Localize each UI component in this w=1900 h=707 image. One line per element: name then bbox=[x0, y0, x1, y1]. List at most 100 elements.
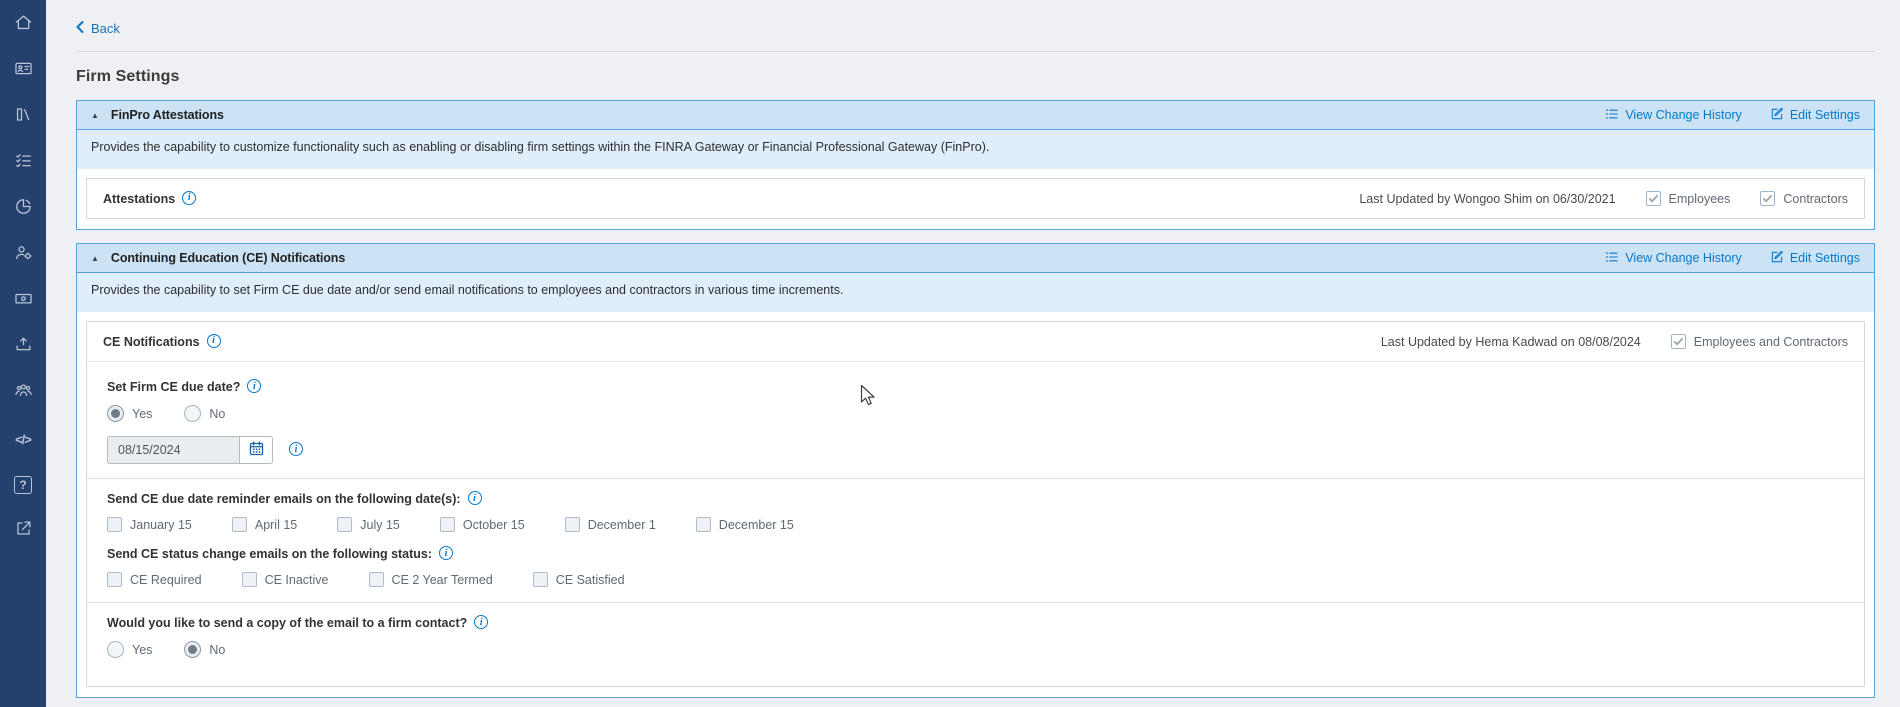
sidebar-item-library[interactable] bbox=[0, 94, 46, 140]
checkbox-icon bbox=[1646, 191, 1661, 206]
copy-email-no-radio[interactable]: No bbox=[184, 641, 225, 658]
checkbox-icon bbox=[337, 517, 352, 532]
chevron-left-icon bbox=[76, 21, 84, 36]
radio-label: No bbox=[209, 407, 225, 421]
last-updated-text: Last Updated by Wongoo Shim on 06/30/202… bbox=[1359, 192, 1615, 206]
sidebar-item-filings[interactable] bbox=[0, 324, 46, 370]
info-icon[interactable]: i bbox=[474, 615, 488, 629]
view-change-history-link[interactable]: View Change History bbox=[1605, 107, 1742, 124]
edit-settings-link[interactable]: Edit Settings bbox=[1770, 107, 1860, 124]
employees-contractors-checkbox[interactable]: Employees and Contractors bbox=[1671, 334, 1848, 349]
sidebar-item-external[interactable] bbox=[0, 508, 46, 554]
sidebar-item-payments[interactable] bbox=[0, 278, 46, 324]
section-header-finpro[interactable]: ▲ FinPro Attestations View Change Histor… bbox=[77, 101, 1874, 130]
ce-settings-form: Set Firm CE due date? i Yes No bbox=[87, 362, 1864, 686]
payments-icon bbox=[14, 289, 33, 313]
copy-email-radio-group: Yes No bbox=[107, 641, 1844, 658]
info-icon[interactable]: i bbox=[439, 546, 453, 560]
status-checkbox-group: CE Required CE Inactive CE 2 Year Termed bbox=[107, 572, 1844, 587]
ce-required-checkbox[interactable]: CE Required bbox=[107, 572, 202, 587]
due-date-field bbox=[107, 436, 273, 464]
help-icon: ? bbox=[14, 476, 32, 494]
info-icon[interactable]: i bbox=[207, 334, 221, 348]
collapse-caret-icon[interactable]: ▲ bbox=[91, 111, 99, 120]
checkbox-label: December 1 bbox=[588, 518, 656, 532]
back-label: Back bbox=[91, 21, 120, 36]
section-title: FinPro Attestations bbox=[111, 108, 224, 122]
checkbox-icon bbox=[1760, 191, 1775, 206]
radio-label: Yes bbox=[132, 643, 152, 657]
library-icon bbox=[14, 105, 33, 129]
due-date-yes-radio[interactable]: Yes bbox=[107, 405, 152, 422]
list-icon bbox=[1605, 107, 1619, 124]
upload-tray-icon bbox=[14, 335, 33, 359]
info-icon[interactable]: i bbox=[468, 491, 482, 505]
edit-icon bbox=[1770, 250, 1784, 267]
checkbox-label: CE 2 Year Termed bbox=[392, 573, 493, 587]
edit-settings-label: Edit Settings bbox=[1790, 251, 1860, 265]
view-change-history-label: View Change History bbox=[1625, 108, 1742, 122]
checkbox-label: CE Inactive bbox=[265, 573, 329, 587]
due-date-input[interactable] bbox=[107, 436, 239, 464]
sidebar-item-people[interactable] bbox=[0, 370, 46, 416]
employees-checkbox[interactable]: Employees bbox=[1646, 191, 1731, 206]
january-15-checkbox[interactable]: January 15 bbox=[107, 517, 192, 532]
radio-icon bbox=[107, 405, 124, 422]
december-1-checkbox[interactable]: December 1 bbox=[565, 517, 656, 532]
edit-settings-link[interactable]: Edit Settings bbox=[1770, 250, 1860, 267]
ce-inactive-checkbox[interactable]: CE Inactive bbox=[242, 572, 329, 587]
sidebar-item-home[interactable] bbox=[0, 2, 46, 48]
ce-satisfied-checkbox[interactable]: CE Satisfied bbox=[533, 572, 625, 587]
checkbox-icon bbox=[1671, 334, 1686, 349]
home-icon bbox=[14, 13, 33, 37]
section-description: Provides the capability to customize fun… bbox=[77, 130, 1874, 169]
app-sidebar: </> ? bbox=[0, 0, 46, 707]
sidebar-item-reports[interactable] bbox=[0, 186, 46, 232]
form-divider bbox=[87, 602, 1864, 603]
radio-icon bbox=[184, 641, 201, 658]
id-card-icon bbox=[14, 59, 33, 83]
info-icon[interactable]: i bbox=[289, 442, 303, 456]
copy-email-yes-radio[interactable]: Yes bbox=[107, 641, 152, 658]
sidebar-item-help[interactable]: ? bbox=[0, 462, 46, 508]
main-content: Back Firm Settings ▲ FinPro Attestations… bbox=[46, 0, 1900, 698]
copy-email-question-label: Would you like to send a copy of the ema… bbox=[107, 616, 467, 630]
pie-chart-icon bbox=[14, 197, 33, 221]
list-icon bbox=[1605, 250, 1619, 267]
people-group-icon bbox=[14, 381, 33, 405]
back-link[interactable]: Back bbox=[76, 21, 120, 36]
due-date-radio-group: Yes No bbox=[107, 405, 1844, 422]
external-link-icon bbox=[14, 519, 33, 543]
checkbox-label: July 15 bbox=[360, 518, 400, 532]
reminder-date-checkbox-group: January 15 April 15 July 15 October bbox=[107, 517, 1844, 532]
sidebar-item-profile[interactable] bbox=[0, 48, 46, 94]
october-15-checkbox[interactable]: October 15 bbox=[440, 517, 525, 532]
sidebar-item-api[interactable]: </> bbox=[0, 416, 46, 462]
ce-2-year-termed-checkbox[interactable]: CE 2 Year Termed bbox=[369, 572, 493, 587]
checkbox-icon bbox=[369, 572, 384, 587]
sidebar-item-tasks[interactable] bbox=[0, 140, 46, 186]
due-date-no-radio[interactable]: No bbox=[184, 405, 225, 422]
ce-row-title: CE Notifications bbox=[103, 335, 200, 349]
view-change-history-link[interactable]: View Change History bbox=[1605, 250, 1742, 267]
sidebar-item-user-admin[interactable] bbox=[0, 232, 46, 278]
info-icon[interactable]: i bbox=[247, 379, 261, 393]
page-title: Firm Settings bbox=[76, 68, 1875, 86]
december-15-checkbox[interactable]: December 15 bbox=[696, 517, 794, 532]
checkbox-icon bbox=[232, 517, 247, 532]
contractors-checkbox[interactable]: Contractors bbox=[1760, 191, 1848, 206]
section-finpro-attestations: ▲ FinPro Attestations View Change Histor… bbox=[76, 100, 1875, 230]
info-icon[interactable]: i bbox=[182, 191, 196, 205]
attestations-row-title: Attestations bbox=[103, 192, 175, 206]
july-15-checkbox[interactable]: July 15 bbox=[337, 517, 400, 532]
checkbox-icon bbox=[242, 572, 257, 587]
collapse-caret-icon[interactable]: ▲ bbox=[91, 254, 99, 263]
checkbox-label: Contractors bbox=[1783, 192, 1848, 206]
calendar-button[interactable] bbox=[239, 436, 273, 464]
reminder-question-label: Send CE due date reminder emails on the … bbox=[107, 492, 461, 506]
section-header-ce[interactable]: ▲ Continuing Education (CE) Notification… bbox=[77, 244, 1874, 273]
user-settings-icon bbox=[14, 243, 33, 267]
checkbox-label: December 15 bbox=[719, 518, 794, 532]
code-icon: </> bbox=[15, 432, 31, 447]
april-15-checkbox[interactable]: April 15 bbox=[232, 517, 297, 532]
